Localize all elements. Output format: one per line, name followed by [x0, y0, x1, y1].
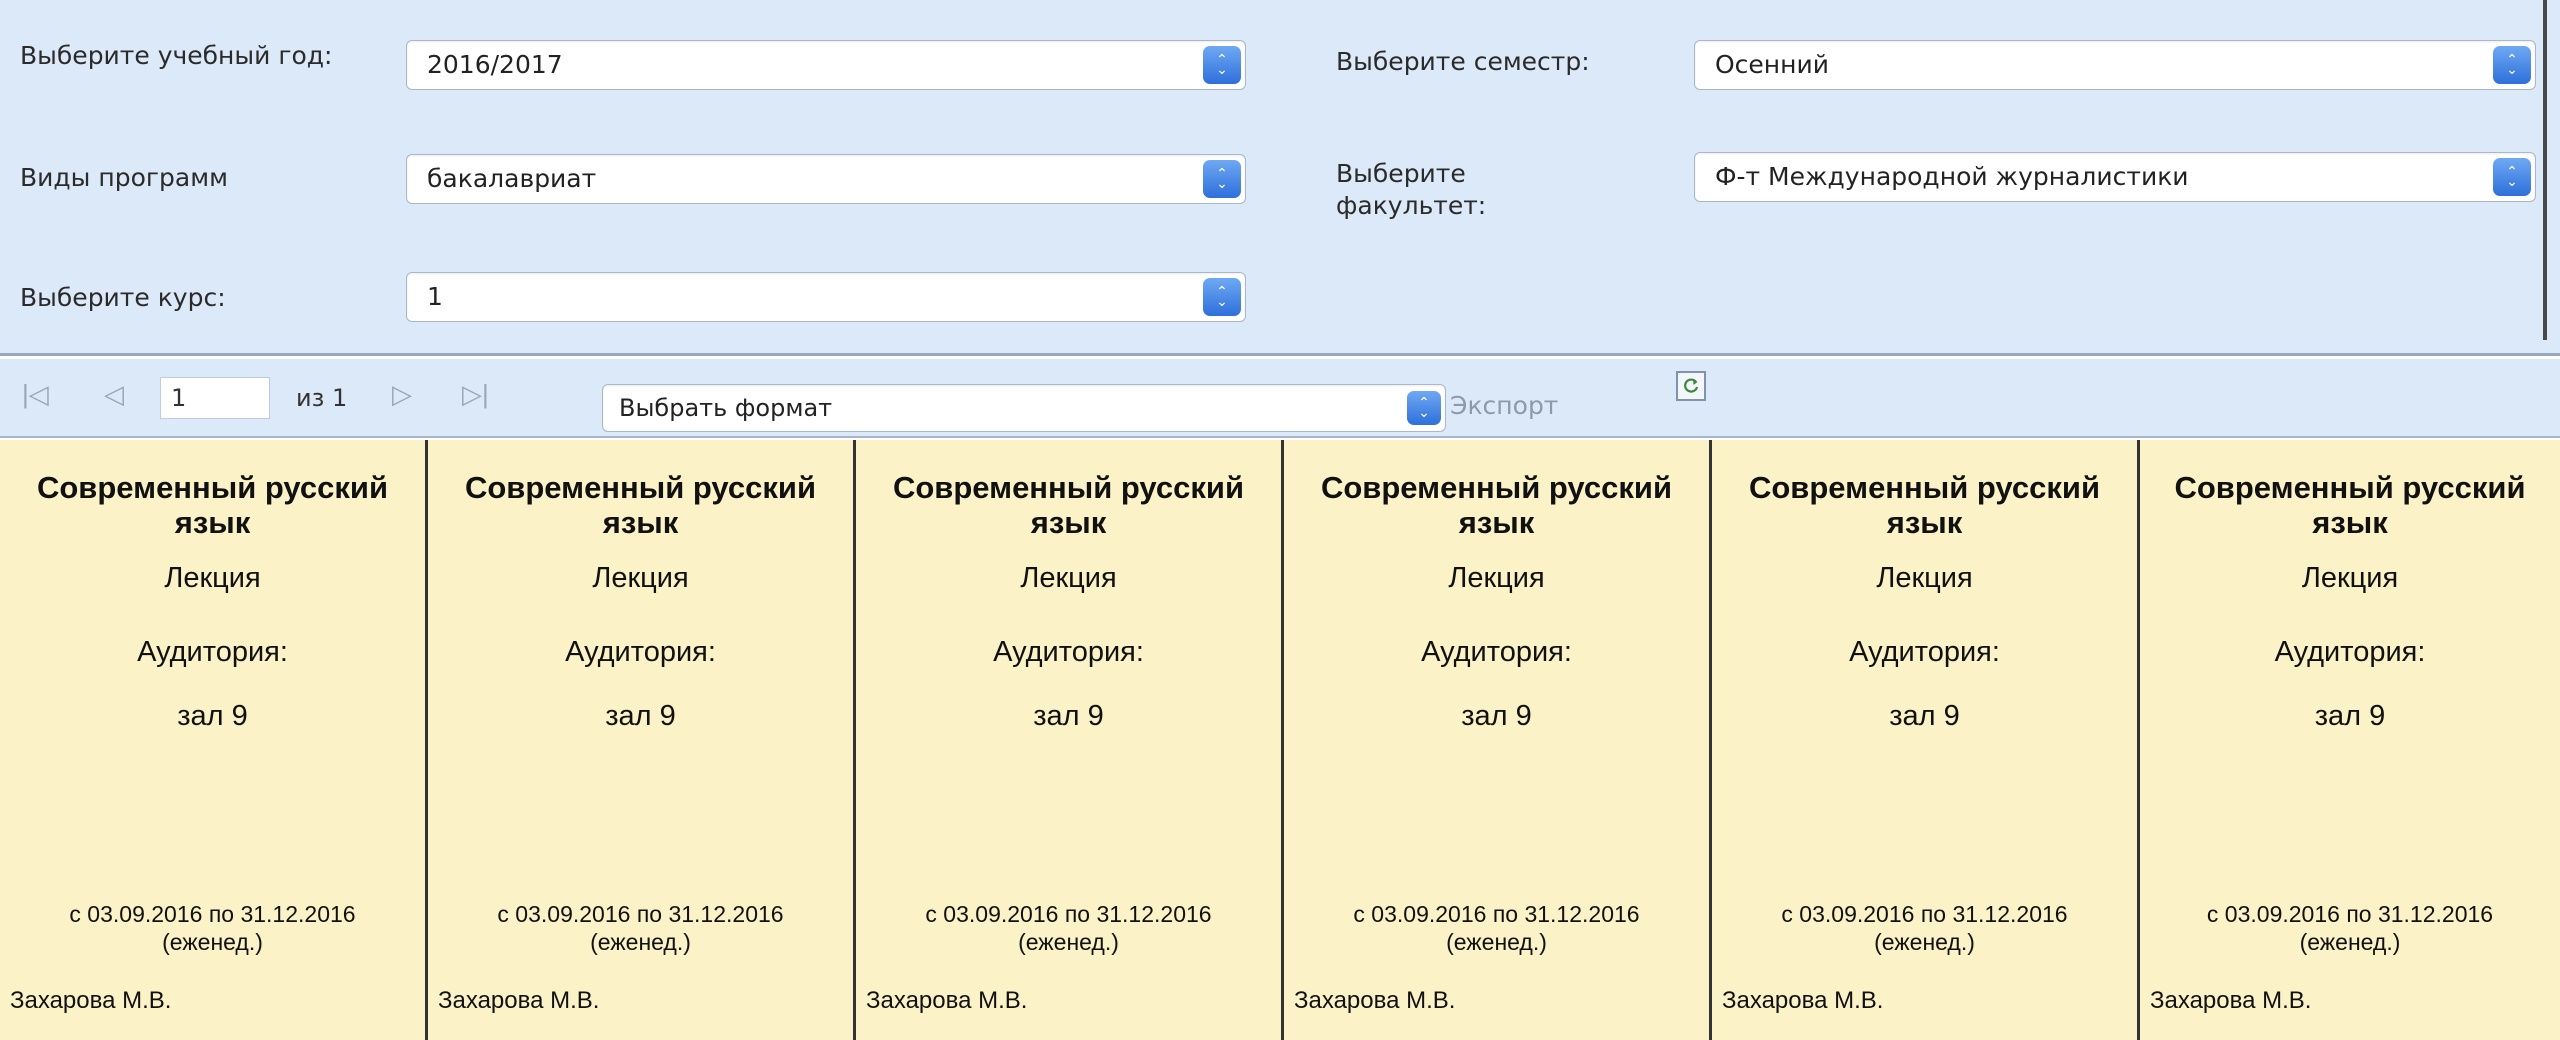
lesson-type: Лекция — [164, 562, 261, 594]
select-arrows-icon: ⌃ ⌄ — [1203, 278, 1241, 316]
date-range-text: с 03.09.2016 по 31.12.2016 — [1353, 901, 1640, 927]
semester-select[interactable]: Осенний ⌃ ⌄ — [1694, 40, 2536, 90]
date-range: с 03.09.2016 по 31.12.2016 (еженед.) — [1712, 900, 2137, 956]
subject-title: Современный русский язык — [464, 470, 817, 540]
teacher-name: Захарова М.В. — [866, 987, 1028, 1014]
subject-title: Современный русский язык — [2174, 470, 2526, 540]
lesson-type: Лекция — [592, 562, 689, 594]
last-page-icon[interactable]: ▷| — [462, 379, 489, 409]
room-value: зал 9 — [605, 700, 676, 732]
date-range-text: с 03.09.2016 по 31.12.2016 — [925, 901, 1212, 927]
subject-title: Современный русский язык — [36, 470, 389, 540]
teacher-name: Захарова М.В. — [10, 987, 172, 1014]
filter-panel: Выберите учебный год: 2016/2017 ⌃ ⌄ Выбер… — [0, 0, 2560, 356]
semester-label: Выберите семестр: — [1336, 47, 1590, 76]
page-count: из 1 — [296, 384, 348, 412]
auditorium-label: Аудитория: — [565, 636, 716, 668]
course-label: Выберите курс: — [20, 283, 226, 312]
frequency-text: (еженед.) — [1018, 929, 1119, 955]
teacher-name: Захарова М.В. — [2150, 987, 2312, 1014]
year-select[interactable]: 2016/2017 ⌃ ⌄ — [406, 40, 1246, 90]
subject-title: Современный русский язык — [1748, 470, 2101, 540]
date-range: с 03.09.2016 по 31.12.2016 (еженед.) — [1284, 900, 1709, 956]
teacher-name: Захарова М.В. — [1722, 987, 1884, 1014]
room-value: зал 9 — [1033, 700, 1104, 732]
panel-divider — [2543, 0, 2547, 340]
frequency-text: (еженед.) — [2299, 929, 2401, 955]
schedule-cell: Современный русский язык Лекция Аудитория:… — [856, 440, 1284, 1040]
auditorium-label: Аудитория: — [1849, 636, 2000, 668]
page-number-input[interactable] — [160, 377, 270, 419]
frequency-text: (еженед.) — [1874, 929, 1975, 955]
next-page-icon[interactable]: ▷ — [392, 379, 412, 409]
year-label: Выберите учебный год: — [20, 41, 333, 70]
select-arrows-icon: ⌃ ⌄ — [2493, 46, 2531, 84]
room-value: зал 9 — [177, 700, 248, 732]
auditorium-label: Аудитория: — [2274, 636, 2426, 668]
refresh-icon[interactable] — [1676, 371, 1706, 401]
schedule-cell: Современный русский язык Лекция Аудитория:… — [0, 440, 428, 1040]
schedule-grid: Современный русский язык Лекция Аудитория:… — [0, 440, 2560, 1040]
lesson-type: Лекция — [1876, 562, 1973, 594]
program-select[interactable]: бакалавриат ⌃ ⌄ — [406, 154, 1246, 204]
room-value: зал 9 — [1461, 700, 1532, 732]
schedule-cell: Современный русский язык Лекция Аудитория:… — [1284, 440, 1712, 1040]
frequency-text: (еженед.) — [1446, 929, 1547, 955]
date-range: с 03.09.2016 по 31.12.2016 (еженед.) — [428, 900, 853, 956]
course-select-value: 1 — [427, 282, 443, 311]
lesson-type: Лекция — [1020, 562, 1117, 594]
auditorium-label: Аудитория: — [993, 636, 1144, 668]
format-select[interactable]: Выбрать формат ⌃ ⌄ — [602, 384, 1446, 432]
select-arrows-icon: ⌃ ⌄ — [1407, 391, 1441, 425]
select-arrows-icon: ⌃ ⌄ — [2493, 158, 2531, 196]
first-page-icon[interactable]: |◁ — [22, 379, 49, 409]
auditorium-label: Аудитория: — [137, 636, 288, 668]
teacher-name: Захарова М.В. — [1294, 987, 1456, 1014]
program-select-value: бакалавриат — [427, 164, 597, 193]
teacher-name: Захарова М.В. — [438, 987, 600, 1014]
program-label: Виды программ — [20, 163, 228, 192]
year-select-value: 2016/2017 — [427, 50, 563, 79]
date-range-text: с 03.09.2016 по 31.12.2016 — [497, 901, 784, 927]
semester-select-value: Осенний — [1715, 50, 1829, 79]
date-range-text: с 03.09.2016 по 31.12.2016 — [1781, 901, 2068, 927]
date-range: с 03.09.2016 по 31.12.2016 (еженед.) — [0, 900, 425, 956]
auditorium-label: Аудитория: — [1421, 636, 1572, 668]
date-range-text: с 03.09.2016 по 31.12.2016 — [69, 901, 356, 927]
select-arrows-icon: ⌃ ⌄ — [1203, 46, 1241, 84]
date-range: с 03.09.2016 по 31.12.2016 (еженед.) — [856, 900, 1281, 956]
lesson-type: Лекция — [2301, 562, 2399, 594]
schedule-cell: Современный русский язык Лекция Аудитория:… — [2140, 440, 2560, 1040]
frequency-text: (еженед.) — [590, 929, 691, 955]
export-link[interactable]: Экспорт — [1450, 389, 1558, 423]
faculty-select-value: Ф-т Международной журналистики — [1715, 162, 2189, 191]
faculty-select[interactable]: Ф-т Международной журналистики ⌃ ⌄ — [1694, 152, 2536, 202]
subject-title: Современный русский язык — [892, 470, 1245, 540]
format-select-value: Выбрать формат — [619, 394, 833, 422]
schedule-cell: Современный русский язык Лекция Аудитория:… — [428, 440, 856, 1040]
prev-page-icon[interactable]: ◁ — [104, 379, 124, 409]
faculty-label: Выберите факультет: — [1336, 159, 1487, 220]
date-range: с 03.09.2016 по 31.12.2016 (еженед.) — [2140, 900, 2560, 956]
date-range-text: с 03.09.2016 по 31.12.2016 — [2206, 901, 2494, 927]
schedule-cell: Современный русский язык Лекция Аудитория:… — [1712, 440, 2140, 1040]
room-value: зал 9 — [2314, 700, 2386, 732]
room-value: зал 9 — [1889, 700, 1960, 732]
course-select[interactable]: 1 ⌃ ⌄ — [406, 272, 1246, 322]
subject-title: Современный русский язык — [1320, 470, 1673, 540]
frequency-text: (еженед.) — [162, 929, 263, 955]
lesson-type: Лекция — [1448, 562, 1545, 594]
select-arrows-icon: ⌃ ⌄ — [1203, 160, 1241, 198]
